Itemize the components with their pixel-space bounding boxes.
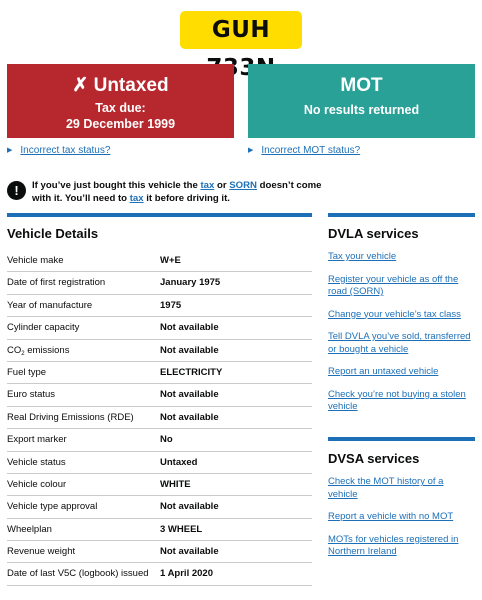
table-row: Cylinder capacity Not available bbox=[7, 317, 312, 340]
check-stolen-link[interactable]: Check you’re not buying a stolen vehicle bbox=[328, 389, 466, 413]
row-label: Vehicle type approval bbox=[7, 501, 98, 513]
row-value: Not available bbox=[160, 546, 219, 558]
triangle-right-icon: ▶ bbox=[248, 147, 254, 154]
table-row: Date of last V5C (logbook) issued 1 April… bbox=[7, 563, 312, 586]
row-label: Export marker bbox=[7, 434, 67, 446]
warning-icon: ! bbox=[7, 181, 26, 200]
table-row: Revenue weight Not available bbox=[7, 541, 312, 564]
mot-history-link[interactable]: Check the MOT history of a vehicle bbox=[328, 476, 443, 500]
list-item: Change your vehicle’s tax class bbox=[328, 309, 475, 322]
row-label: Vehicle make bbox=[7, 255, 64, 266]
list-item: Tax your vehicle bbox=[328, 251, 475, 264]
row-value: 3 WHEEL bbox=[160, 523, 203, 535]
tax-link[interactable]: tax bbox=[200, 180, 214, 191]
table-row: Vehicle make W+E bbox=[7, 250, 312, 273]
list-item: Register your vehicle as off the road (S… bbox=[328, 274, 475, 299]
tell-dvla-sold-link[interactable]: Tell DVLA you’ve sold, transferred or bo… bbox=[328, 331, 471, 355]
table-row: Vehicle colour WHITE bbox=[7, 474, 312, 497]
dvsa-services-heading: DVSA services bbox=[328, 451, 420, 466]
dvla-services-divider bbox=[328, 213, 475, 217]
table-row: Export marker No bbox=[7, 429, 312, 452]
list-item: Check the MOT history of a vehicle bbox=[328, 476, 475, 501]
report-no-mot-link[interactable]: Report a vehicle with no MOT bbox=[328, 511, 453, 522]
list-item: Check you’re not buying a stolen vehicle bbox=[328, 389, 475, 414]
row-label: CO2 emissions bbox=[7, 344, 70, 357]
row-label: Vehicle colour bbox=[7, 478, 67, 490]
incorrect-mot-status-link[interactable]: Incorrect MOT status? bbox=[261, 145, 360, 156]
row-value: 1 April 2020 bbox=[160, 568, 213, 580]
tax-status-title: ✗ Untaxed bbox=[72, 75, 169, 96]
list-item: Tell DVLA you’ve sold, transferred or bo… bbox=[328, 331, 475, 356]
row-label: Wheelplan bbox=[7, 523, 52, 535]
table-row: CO2 emissions Not available bbox=[7, 340, 312, 362]
vehicle-details-heading: Vehicle Details bbox=[7, 226, 99, 241]
row-label: Vehicle status bbox=[7, 456, 66, 468]
row-label: Date of first registration bbox=[7, 277, 106, 289]
list-item: MOTs for vehicles registered in Northern… bbox=[328, 534, 475, 559]
row-value: Untaxed bbox=[160, 456, 198, 468]
table-row: Real Driving Emissions (RDE) Not availabl… bbox=[7, 407, 312, 430]
tax-your-vehicle-link[interactable]: Tax your vehicle bbox=[328, 251, 396, 262]
tax-due-label: Tax due: bbox=[95, 101, 146, 115]
row-value: ELECTRICITY bbox=[160, 366, 223, 378]
mot-status-title: MOT bbox=[340, 75, 383, 96]
triangle-right-icon: ▶ bbox=[7, 147, 13, 154]
dvla-services-list: Tax your vehicle Register your vehicle a… bbox=[328, 251, 475, 424]
incorrect-tax-status-toggle[interactable]: ▶ Incorrect tax status? bbox=[7, 145, 110, 156]
tax-link-2[interactable]: tax bbox=[130, 193, 144, 204]
mot-status-text: No results returned bbox=[303, 103, 420, 117]
table-row: Vehicle status Untaxed bbox=[7, 452, 312, 474]
incorrect-tax-status-link[interactable]: Incorrect tax status? bbox=[20, 145, 110, 156]
row-value: 1975 bbox=[160, 299, 182, 311]
dvla-services-heading: DVLA services bbox=[328, 226, 419, 241]
table-row: Euro status Not available bbox=[7, 384, 312, 407]
row-label: Year of manufacture bbox=[7, 299, 93, 311]
warning-text: If you’ve just bought this vehicle the t… bbox=[32, 180, 322, 204]
table-row: Vehicle type approval Not available bbox=[7, 496, 312, 519]
row-label: Revenue weight bbox=[7, 546, 76, 558]
dvsa-services-divider bbox=[328, 437, 475, 441]
row-label: Euro status bbox=[7, 389, 56, 401]
tax-status-panel: ✗ Untaxed Tax due: 29 December 1999 bbox=[7, 64, 234, 138]
warning-notice: ! If you’ve just bought this vehicle the… bbox=[7, 178, 327, 205]
mot-status-panel: MOT No results returned bbox=[248, 64, 475, 138]
mot-northern-ireland-link[interactable]: MOTs for vehicles registered in Northern… bbox=[328, 534, 458, 558]
list-item: Report an untaxed vehicle bbox=[328, 366, 475, 379]
table-row: Year of manufacture 1975 bbox=[7, 295, 312, 318]
row-value: Not available bbox=[160, 344, 219, 356]
row-label: Date of last V5C (logbook) issued bbox=[7, 568, 149, 580]
row-label: Fuel type bbox=[7, 366, 47, 378]
row-value: Not available bbox=[160, 389, 219, 401]
row-label: Cylinder capacity bbox=[7, 322, 80, 334]
row-value: January 1975 bbox=[160, 277, 221, 289]
table-row: Wheelplan 3 WHEEL bbox=[7, 519, 312, 542]
tax-due-date: 29 December 1999 bbox=[65, 117, 176, 131]
row-value: Not available bbox=[160, 501, 219, 513]
vehicle-details-divider bbox=[7, 213, 312, 217]
change-tax-class-link[interactable]: Change your vehicle’s tax class bbox=[328, 309, 461, 320]
sorn-register-link[interactable]: Register your vehicle as off the road (S… bbox=[328, 274, 458, 298]
row-value: Not available bbox=[160, 322, 219, 334]
row-value: No bbox=[160, 434, 173, 446]
row-value: WHITE bbox=[160, 478, 191, 490]
number-plate: GUH 733N bbox=[180, 11, 302, 81]
sorn-link[interactable]: SORN bbox=[229, 180, 257, 191]
table-row: Fuel type ELECTRICITY bbox=[7, 362, 312, 385]
row-label: Real Driving Emissions (RDE) bbox=[7, 411, 134, 423]
incorrect-mot-status-toggle[interactable]: ▶ Incorrect MOT status? bbox=[248, 145, 360, 156]
vehicle-details-table: Vehicle make W+E Date of first registrati… bbox=[7, 250, 312, 586]
report-untaxed-link[interactable]: Report an untaxed vehicle bbox=[328, 366, 438, 377]
table-row: Date of first registration January 1975 bbox=[7, 272, 312, 295]
list-item: Report a vehicle with no MOT bbox=[328, 511, 475, 524]
row-value: W+E bbox=[160, 255, 181, 266]
row-value: Not available bbox=[160, 411, 219, 423]
dvsa-services-list: Check the MOT history of a vehicle Repor… bbox=[328, 476, 475, 569]
